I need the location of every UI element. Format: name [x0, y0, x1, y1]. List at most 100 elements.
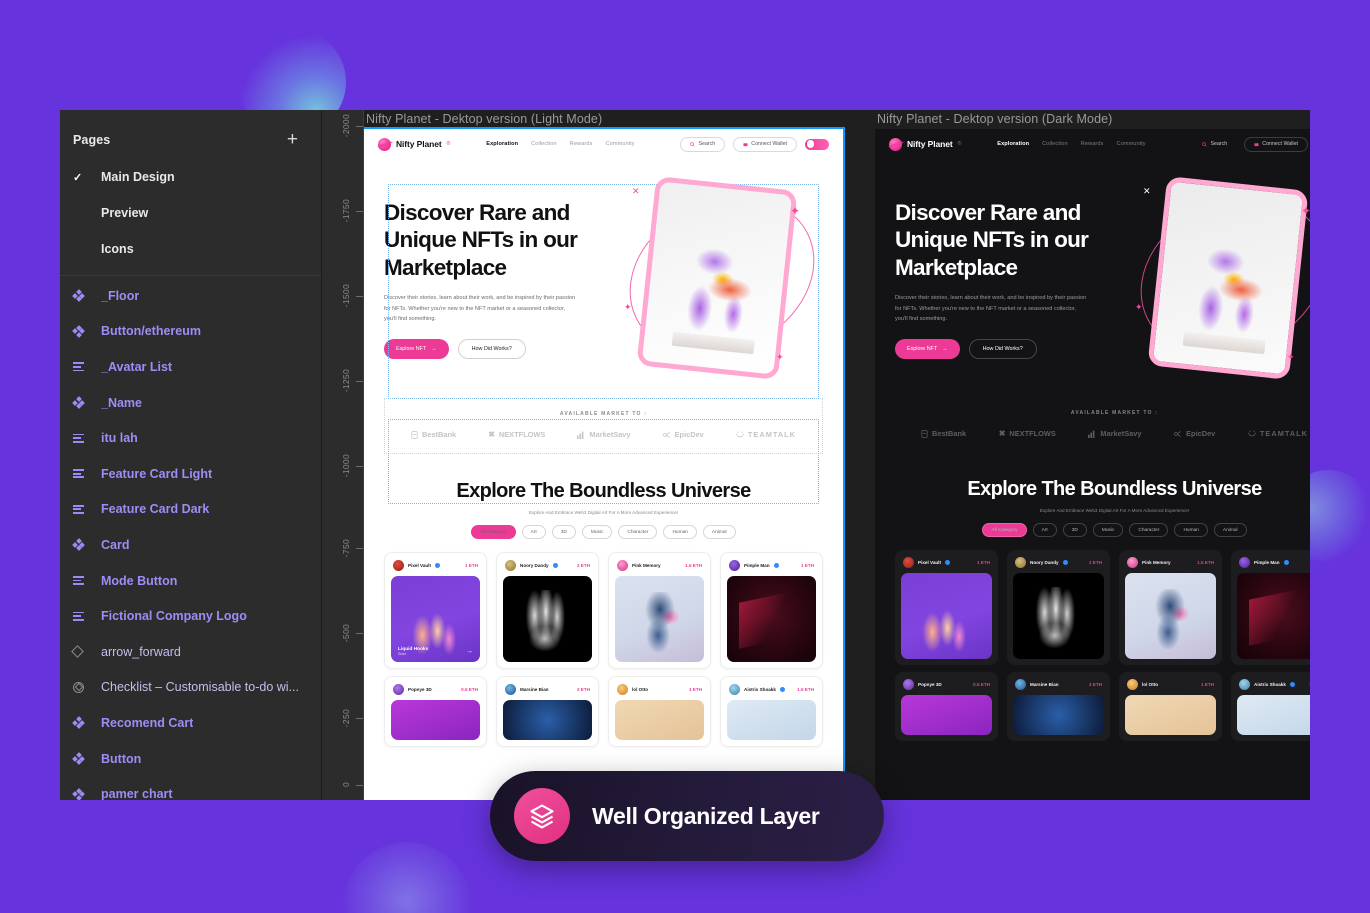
how-did-works-button[interactable]: How Did Works? [968, 339, 1037, 360]
chip-art[interactable]: Art [1032, 523, 1057, 537]
frame-title-light[interactable]: Nifty Planet - Dektop version (Light Mod… [366, 112, 602, 126]
layer-row-name[interactable]: _Name [60, 385, 321, 421]
avatar [1127, 679, 1138, 690]
nav-link-exploration[interactable]: Exploration [997, 141, 1029, 147]
layer-label: pamer chart [101, 787, 173, 800]
search-button[interactable]: Search [680, 136, 726, 152]
layer-row-card[interactable]: Card [60, 527, 321, 563]
nft-price: 0.5 ETH [461, 687, 478, 692]
layer-row-itu-lah[interactable]: itu lah [60, 420, 321, 456]
explore-subheading: Explore And Embrace Web3 Digital Art For… [1039, 508, 1190, 513]
connect-wallet-button[interactable]: Connect Wallet [1244, 136, 1308, 152]
chip-all-category[interactable]: All Category [982, 523, 1027, 537]
nft-card[interactable]: Pink Memory 1.5 ETH [1119, 550, 1222, 665]
layer-row-fictional-company-logo[interactable]: Fictional Company Logo [60, 598, 321, 634]
nft-card[interactable]: Noory Dandy 2 ETH [1007, 550, 1110, 665]
page-item-icons[interactable]: Icons [60, 231, 321, 267]
explore-nft-button[interactable]: Explore NFT → [895, 339, 960, 360]
nft-card[interactable]: Pimple Man 1 ETH [720, 552, 823, 669]
layer-row-feature-card-dark[interactable]: Feature Card Dark [60, 492, 321, 528]
chip-animal[interactable]: Animal [702, 525, 736, 539]
layer-row-checklist-widget[interactable]: Checklist – Customisable to-do wi... [60, 670, 321, 706]
chip-art[interactable]: Art [521, 525, 546, 539]
layer-row-button[interactable]: Button [60, 741, 321, 777]
layer-row-floor[interactable]: _Floor [60, 278, 321, 314]
nft-card[interactable]: Popnye 3D 0.5 ETH [384, 676, 487, 747]
layer-row-feature-card-light[interactable]: Feature Card Light [60, 456, 321, 492]
nav-link-community[interactable]: Community [1116, 141, 1145, 147]
nft-card[interactable]: Aistrix Shoakk 1.5 ETH [1231, 672, 1310, 741]
layer-row-arrow-forward[interactable]: arrow_forward [60, 634, 321, 670]
nav-link-collection[interactable]: Collection [531, 141, 557, 147]
nft-card[interactable]: Aistrix Shoakk 1.5 ETH [720, 676, 823, 747]
artboard-light-mode[interactable]: Nifty Planet ® Exploration Collection Re… [364, 127, 845, 800]
artboard-dark-mode[interactable]: Nifty Planet ® Exploration Collection Re… [875, 129, 1310, 800]
connect-wallet-button[interactable]: Connect Wallet [733, 136, 797, 152]
layer-label: Button [101, 751, 142, 766]
search-button[interactable]: Search [1193, 138, 1236, 151]
nft-owner: Pixel Vault [918, 560, 941, 565]
nft-card[interactable]: lol Otto 1 ETH [1119, 672, 1222, 741]
layer-label: Checklist – Customisable to-do wi... [101, 680, 299, 695]
sparkle-icon: ✦ [1301, 204, 1310, 218]
nft-card[interactable]: Pixel Vault 1 ETH Liquid Hooks Sold → [384, 552, 487, 669]
nft-card[interactable]: Noory Dandy 2 ETH [496, 552, 599, 669]
arrow-forward-icon[interactable]: → [466, 648, 473, 655]
chip-animal[interactable]: Animal [1213, 523, 1247, 537]
theme-mode-toggle[interactable] [805, 138, 829, 150]
chip-character[interactable]: Character [1129, 523, 1169, 537]
how-did-works-button[interactable]: How Did Works? [457, 339, 526, 360]
avatar [1015, 557, 1026, 568]
page-item-preview[interactable]: Preview [60, 195, 321, 231]
layer-row-avatar-list[interactable]: _Avatar List [60, 349, 321, 385]
explore-nft-label: Explore NFT [396, 346, 427, 353]
nft-card[interactable]: Popnye 3D 0.5 ETH [895, 672, 998, 741]
layer-row-button-ethereum[interactable]: Button/ethereum [60, 314, 321, 350]
frame-title-dark[interactable]: Nifty Planet - Dektop version (Dark Mode… [877, 112, 1112, 126]
brand-logo[interactable]: Nifty Planet ® [889, 137, 961, 151]
nft-owner: Pink Memory [1142, 560, 1171, 565]
hero-heading-line-2: Unique NFTs in our [384, 227, 578, 253]
nav-link-rewards[interactable]: Rewards [1081, 141, 1104, 147]
nft-art-shape [519, 590, 575, 654]
hero-artwork: ✕ ✦ ✦ ✦ [1113, 166, 1310, 386]
add-page-button[interactable]: + [284, 130, 301, 149]
nft-card[interactable]: Pimple Man 1 ETH [1231, 550, 1310, 665]
nft-artwork [1125, 695, 1216, 735]
nft-owner: Pixel Vault [408, 563, 431, 568]
nft-card[interactable]: Marsine Bian 3 ETH [1007, 672, 1110, 741]
nav-link-community[interactable]: Community [605, 141, 634, 147]
market-logo-epicdev: EpicDev [1174, 429, 1215, 438]
hero-heading-line-1: Discover Rare and [384, 200, 570, 225]
chip-3d[interactable]: 3D [1062, 523, 1087, 537]
nav-link-collection[interactable]: Collection [1042, 141, 1068, 147]
hero-heading-line-3: Marketplace [384, 254, 507, 280]
chip-music[interactable]: Music [1092, 523, 1124, 537]
chip-human[interactable]: Human [1174, 523, 1208, 537]
chip-human[interactable]: Human [663, 525, 697, 539]
bars-icon [577, 431, 584, 439]
layer-row-mode-button[interactable]: Mode Button [60, 563, 321, 599]
nft-card[interactable]: Pixel Vault 1 ETH [895, 550, 998, 665]
page-item-main-design[interactable]: ✓ Main Design [60, 159, 321, 195]
layer-label: _Avatar List [101, 359, 173, 374]
chip-music[interactable]: Music [581, 525, 613, 539]
chip-all-category[interactable]: All Category [471, 525, 516, 539]
hero-buttons: Explore NFT → How Did Works? [384, 339, 616, 360]
nft-card[interactable]: Pink Memory 1.5 ETH [608, 552, 711, 669]
chip-3d[interactable]: 3D [551, 525, 576, 539]
market-logo-nextflows: ✖ NEXTFLOWS [999, 429, 1056, 438]
nav-link-rewards[interactable]: Rewards [570, 141, 593, 147]
nft-card[interactable]: lol Otto 1 ETH [608, 676, 711, 747]
market-logo-marketsavy: MarketSavy [577, 430, 631, 439]
market-logo-label: NEXTFLOWS [498, 430, 546, 439]
explore-nft-button[interactable]: Explore NFT → [384, 339, 449, 360]
nft-card[interactable]: Marsine Bian 3 ETH [496, 676, 599, 747]
chip-character[interactable]: Character [618, 525, 658, 539]
layer-row-pamer-chart[interactable]: pamer chart [60, 776, 321, 800]
layer-row-recomend-cart[interactable]: Recomend Cart [60, 705, 321, 741]
brand-logo[interactable]: Nifty Planet ® [378, 137, 450, 151]
verified-badge-icon [1062, 560, 1068, 565]
design-canvas[interactable]: Nifty Planet - Dektop version (Light Mod… [364, 110, 1310, 800]
nav-link-exploration[interactable]: Exploration [486, 141, 518, 147]
